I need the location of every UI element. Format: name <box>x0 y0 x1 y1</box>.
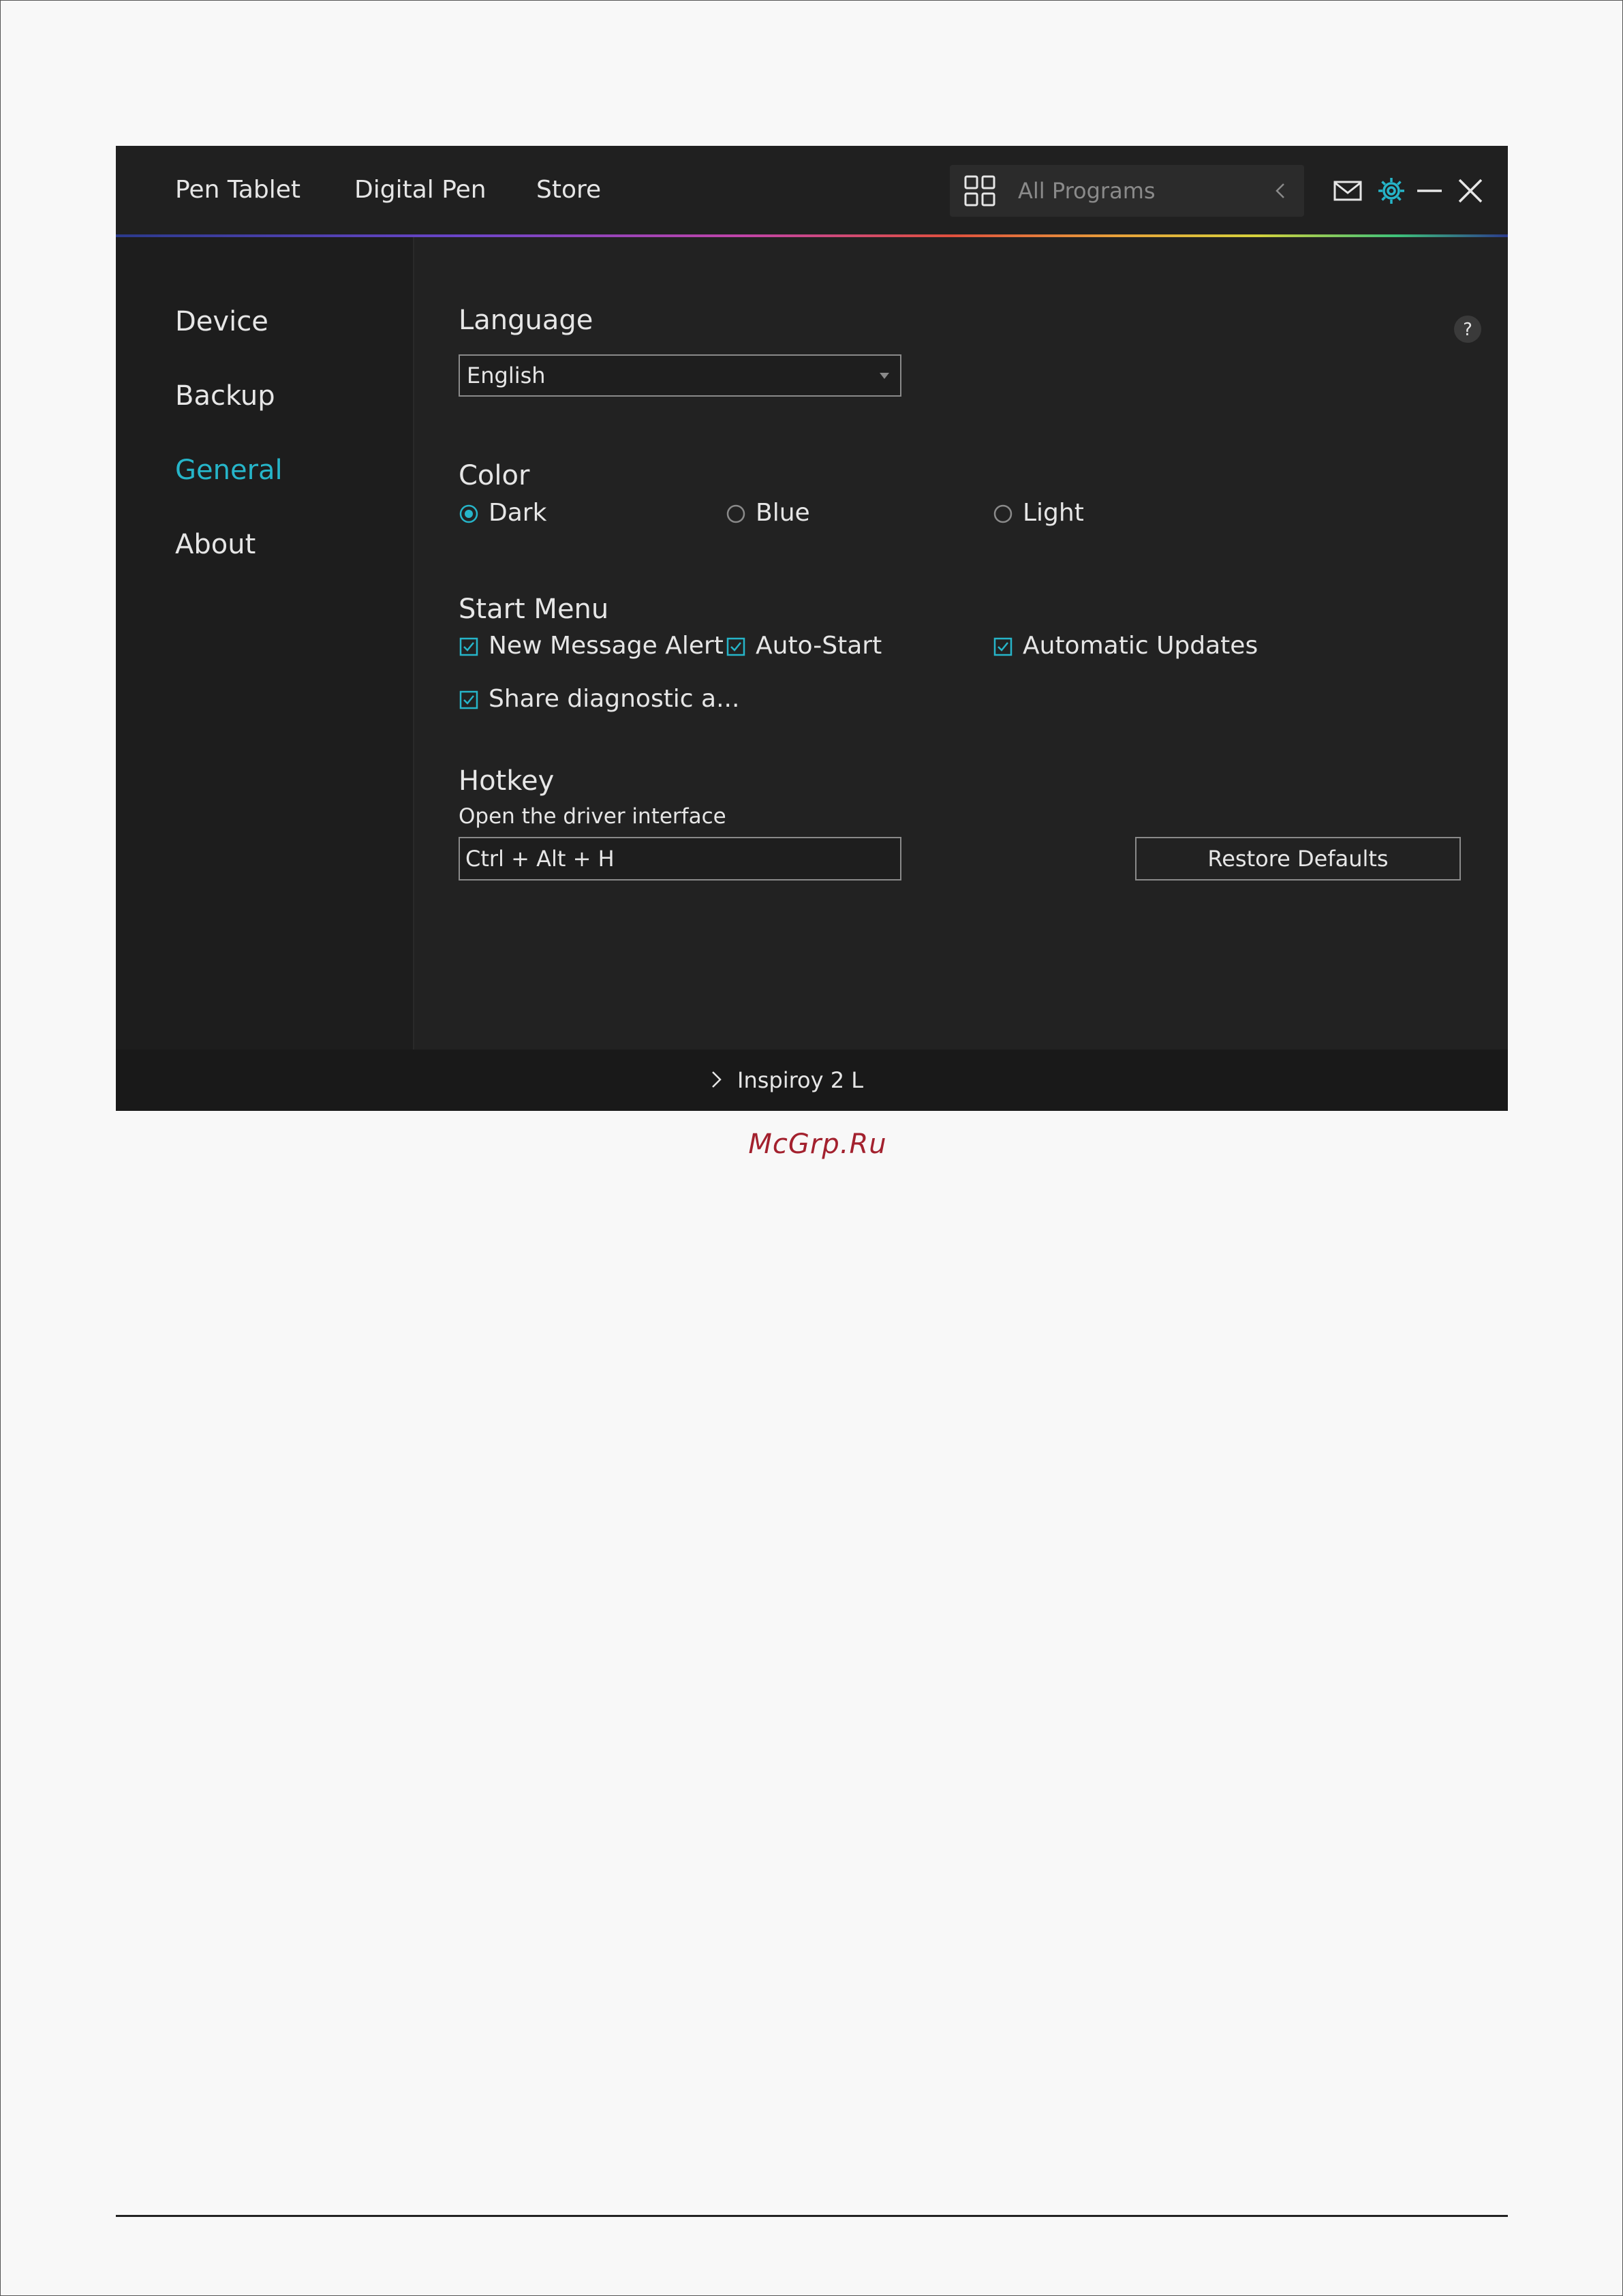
sidebar: Device Backup General About <box>116 237 413 1050</box>
tab-store[interactable]: Store <box>536 173 601 207</box>
program-selector-label: All Programs <box>1018 178 1156 204</box>
caret-down-icon <box>880 373 889 379</box>
checkbox-share-diagnostic[interactable]: Share diagnostic a... <box>459 683 745 716</box>
color-title: Color <box>459 460 530 491</box>
top-bar: Pen Tablet Digital Pen Store All Program… <box>116 146 1508 234</box>
hotkey-input[interactable]: Ctrl + Alt + H <box>459 837 901 881</box>
device-footer: Inspiroy 2 L <box>116 1050 1508 1111</box>
hotkey-description: Open the driver interface <box>459 804 726 829</box>
color-option-light-label: Light <box>1023 499 1084 527</box>
mail-icon[interactable] <box>1333 176 1363 206</box>
checkbox-checked-icon <box>459 690 478 709</box>
radio-unselected-icon <box>726 504 745 523</box>
language-select-value: English <box>467 363 546 388</box>
program-selector[interactable]: All Programs <box>950 165 1304 217</box>
sidebar-item-general[interactable]: General <box>175 450 283 491</box>
gear-icon[interactable] <box>1376 176 1406 206</box>
checkbox-automatic-updates[interactable]: Automatic Updates <box>993 630 1279 662</box>
driver-window: Pen Tablet Digital Pen Store All Program… <box>116 146 1508 1111</box>
sidebar-item-backup[interactable]: Backup <box>175 376 275 416</box>
tab-pen-tablet[interactable]: Pen Tablet <box>175 173 300 207</box>
sidebar-item-device[interactable]: Device <box>175 301 268 342</box>
page-bottom-rule <box>116 2215 1508 2217</box>
restore-defaults-button[interactable]: Restore Defaults <box>1135 837 1461 881</box>
color-option-dark-label: Dark <box>489 499 547 527</box>
tab-digital-pen[interactable]: Digital Pen <box>354 173 486 207</box>
device-name[interactable]: Inspiroy 2 L <box>737 1063 863 1097</box>
checkbox-new-message-alert-label: New Message Alert <box>489 632 724 660</box>
language-title: Language <box>459 305 593 336</box>
help-icon[interactable]: ? <box>1453 315 1482 343</box>
checkbox-checked-icon <box>993 637 1013 656</box>
checkbox-automatic-updates-label: Automatic Updates <box>1023 632 1258 660</box>
sidebar-item-about[interactable]: About <box>175 524 256 565</box>
watermark-text: McGrp.Ru <box>748 1129 887 1160</box>
general-settings-panel: ? Language English Color Dark Blue Light… <box>413 237 1508 1050</box>
svg-text:?: ? <box>1463 320 1472 340</box>
hotkey-title: Hotkey <box>459 765 555 797</box>
chevron-right-icon[interactable] <box>706 1069 726 1090</box>
color-option-blue-label: Blue <box>756 499 810 527</box>
chevron-left-icon[interactable] <box>1270 180 1292 202</box>
radio-selected-icon <box>459 504 478 523</box>
checkbox-checked-icon <box>459 637 478 656</box>
apps-grid-icon <box>964 175 995 206</box>
radio-unselected-icon <box>993 504 1013 523</box>
color-option-blue[interactable]: Blue <box>726 497 930 530</box>
color-option-light[interactable]: Light <box>993 497 1197 530</box>
start-menu-title: Start Menu <box>459 594 609 625</box>
checkbox-auto-start-label: Auto-Start <box>756 632 882 660</box>
color-option-dark[interactable]: Dark <box>459 497 663 530</box>
language-select[interactable]: English <box>459 354 901 397</box>
checkbox-auto-start[interactable]: Auto-Start <box>726 630 985 662</box>
checkbox-checked-icon <box>726 637 745 656</box>
minimize-icon[interactable] <box>1415 176 1444 206</box>
checkbox-new-message-alert[interactable]: New Message Alert <box>459 630 724 662</box>
checkbox-share-diagnostic-label: Share diagnostic a... <box>489 685 740 713</box>
close-icon[interactable] <box>1455 176 1485 206</box>
